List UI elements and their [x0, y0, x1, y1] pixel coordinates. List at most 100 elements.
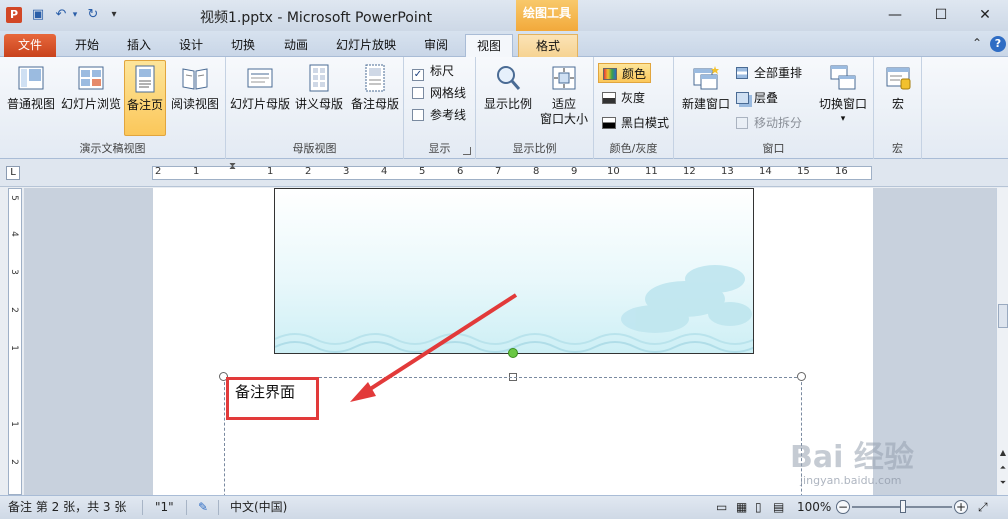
powerpoint-app-icon[interactable]: P	[6, 7, 22, 23]
redo-icon[interactable]: ↻	[85, 7, 101, 23]
notes-master-icon	[365, 64, 385, 92]
group-show: ✓ 标尺 网格线 参考线 显示	[404, 57, 476, 159]
group-presentation-views: 普通视图 幻灯片浏览 备注页 阅读视图 演示文稿视图	[0, 57, 226, 159]
slide-master-button[interactable]: 幻灯片母版	[230, 60, 290, 136]
cascade-icon	[736, 92, 749, 104]
macros-button[interactable]: 宏	[878, 60, 918, 136]
zoom-level[interactable]: 100%	[797, 496, 831, 518]
color-button[interactable]: 颜色	[598, 63, 652, 83]
minimize-ribbon-icon[interactable]: ⌃	[972, 36, 982, 50]
reading-view-status-icon[interactable]: ▯	[755, 496, 762, 518]
group-label-color: 颜色/灰度	[609, 142, 658, 155]
undo-dropdown-icon[interactable]: ▾	[70, 7, 80, 23]
scrollbar-thumb[interactable]	[998, 304, 1008, 328]
tab-file[interactable]: 文件	[4, 34, 56, 57]
arrange-all-button[interactable]: 全部重排	[736, 63, 802, 83]
normal-view-icon	[18, 66, 44, 90]
minimize-button[interactable]: —	[874, 3, 916, 27]
tab-format[interactable]: 格式	[518, 34, 578, 57]
handout-master-icon	[309, 64, 329, 92]
new-window-button[interactable]: 新建窗口	[678, 60, 734, 136]
close-button[interactable]: ✕	[964, 3, 1006, 27]
fit-to-window-button[interactable]: 适应 窗口大小	[536, 60, 592, 136]
move-split-icon	[736, 117, 748, 129]
slide-sorter-icon	[78, 66, 104, 90]
switch-windows-dropdown-icon: ▾	[840, 114, 846, 124]
scroll-up-icon[interactable]: ▲	[997, 448, 1008, 457]
help-icon[interactable]: ?	[990, 36, 1006, 52]
maximize-button[interactable]: ☐	[920, 3, 962, 27]
switch-windows-button[interactable]: 切换窗口 ▾	[814, 60, 872, 136]
spelling-check-icon[interactable]: ✎	[198, 496, 208, 518]
tab-insert[interactable]: 插入	[114, 34, 164, 57]
group-macros: 宏 宏	[874, 57, 922, 159]
tab-review[interactable]: 审阅	[410, 34, 462, 57]
normal-view-button[interactable]: 普通视图	[4, 60, 58, 136]
magnifier-icon	[497, 66, 521, 90]
theme-status[interactable]: "1"	[155, 496, 174, 518]
tab-home[interactable]: 开始	[62, 34, 112, 57]
group-label-master-views: 母版视图	[292, 142, 337, 155]
vertical-scrollbar[interactable]: ▲ ⏶ ⏷	[996, 188, 1008, 495]
gridlines-checkbox[interactable]: 网格线	[412, 83, 466, 103]
macros-icon	[886, 67, 911, 90]
fit-window-icon	[552, 66, 576, 90]
fit-slide-icon[interactable]: ⤢	[978, 496, 988, 518]
ruler-area: L 2 1 1 2 3 4 5 6 7 8 9 10 11 12 13 14 1…	[0, 159, 1008, 187]
save-icon[interactable]: ▣	[30, 7, 46, 23]
move-split-button[interactable]: 移动拆分	[736, 113, 802, 133]
tab-slideshow[interactable]: 幻灯片放映	[326, 34, 406, 57]
customize-qat-icon[interactable]: ▾	[108, 7, 120, 23]
ruler-checkbox[interactable]: ✓ 标尺	[412, 61, 454, 81]
cascade-button[interactable]: 层叠	[736, 88, 778, 108]
title-bar: P ▣ ↶ ▾ ↻ ▾ 视频1.pptx - Microsoft PowerPo…	[0, 0, 1008, 31]
undo-icon[interactable]: ↶	[53, 7, 69, 23]
tab-selector[interactable]: L	[6, 166, 20, 180]
status-bar: 备注 第 2 张，共 3 张 "1" ✎ 中文(中国) ▭ ▦ ▯ ▤ 100%…	[0, 495, 1008, 519]
reading-view-icon	[182, 68, 208, 90]
notes-page-button[interactable]: 备注页	[124, 60, 166, 136]
slide-sorter-button[interactable]: 幻灯片浏览	[60, 60, 122, 136]
zoom-out-icon[interactable]: −	[836, 500, 850, 514]
group-label-window: 窗口	[762, 142, 785, 155]
slide-sorter-status-icon[interactable]: ▦	[736, 496, 747, 518]
black-white-swatch-icon	[602, 117, 616, 129]
language-status[interactable]: 中文(中国)	[230, 496, 287, 518]
checkbox-checked-icon: ✓	[412, 69, 424, 81]
arrange-all-icon	[736, 67, 748, 79]
indent-marker-icon[interactable]: ⧗	[229, 161, 236, 172]
slide-master-icon	[247, 68, 273, 88]
group-label-zoom: 显示比例	[512, 142, 557, 155]
tab-design[interactable]: 设计	[166, 34, 216, 57]
handout-master-button[interactable]: 讲义母版	[292, 60, 346, 136]
vertical-ruler[interactable]: 5 4 3 2 1 1 2	[8, 188, 22, 495]
notes-page-icon	[135, 65, 155, 93]
group-master-views: 幻灯片母版 讲义母版 备注母版 母版视图	[226, 57, 404, 159]
switch-windows-icon	[830, 65, 856, 90]
guides-checkbox[interactable]: 参考线	[412, 105, 466, 125]
grayscale-button[interactable]: 灰度	[602, 88, 645, 108]
group-zoom: 显示比例 适应 窗口大小 显示比例	[476, 57, 594, 159]
ribbon-view: 普通视图 幻灯片浏览 备注页 阅读视图 演示文稿视图 幻灯片母版 讲义母版 备注…	[0, 57, 1008, 159]
tab-animations[interactable]: 动画	[270, 34, 322, 57]
grayscale-swatch-icon	[602, 92, 616, 104]
zoom-button[interactable]: 显示比例	[480, 60, 536, 136]
checkbox-unchecked-icon	[412, 109, 424, 121]
watermark-url: jingyan.baidu.com	[800, 474, 902, 487]
prev-slide-icon[interactable]: ⏶	[997, 463, 1008, 473]
group-window: 新建窗口 全部重排 层叠 移动拆分 切换窗口 ▾ 窗口	[674, 57, 874, 159]
group-label-macros: 宏	[892, 142, 903, 155]
tab-transitions[interactable]: 切换	[218, 34, 268, 57]
next-slide-icon[interactable]: ⏷	[997, 478, 1008, 488]
checkbox-unchecked-icon	[412, 87, 424, 99]
black-white-button[interactable]: 黑白模式	[602, 113, 669, 133]
zoom-in-icon[interactable]: +	[954, 500, 968, 514]
reading-view-button[interactable]: 阅读视图	[168, 60, 222, 136]
dialog-launcher-icon[interactable]	[463, 147, 471, 155]
zoom-slider-thumb[interactable]	[900, 500, 906, 513]
horizontal-ruler[interactable]: 2 1 1 2 3 4 5 6 7 8 9 10 11 12 13 14 15 …	[152, 161, 872, 180]
normal-view-status-icon[interactable]: ▭	[716, 496, 727, 518]
notes-master-button[interactable]: 备注母版	[348, 60, 402, 136]
tab-view[interactable]: 视图	[465, 34, 513, 57]
slideshow-status-icon[interactable]: ▤	[773, 496, 784, 518]
